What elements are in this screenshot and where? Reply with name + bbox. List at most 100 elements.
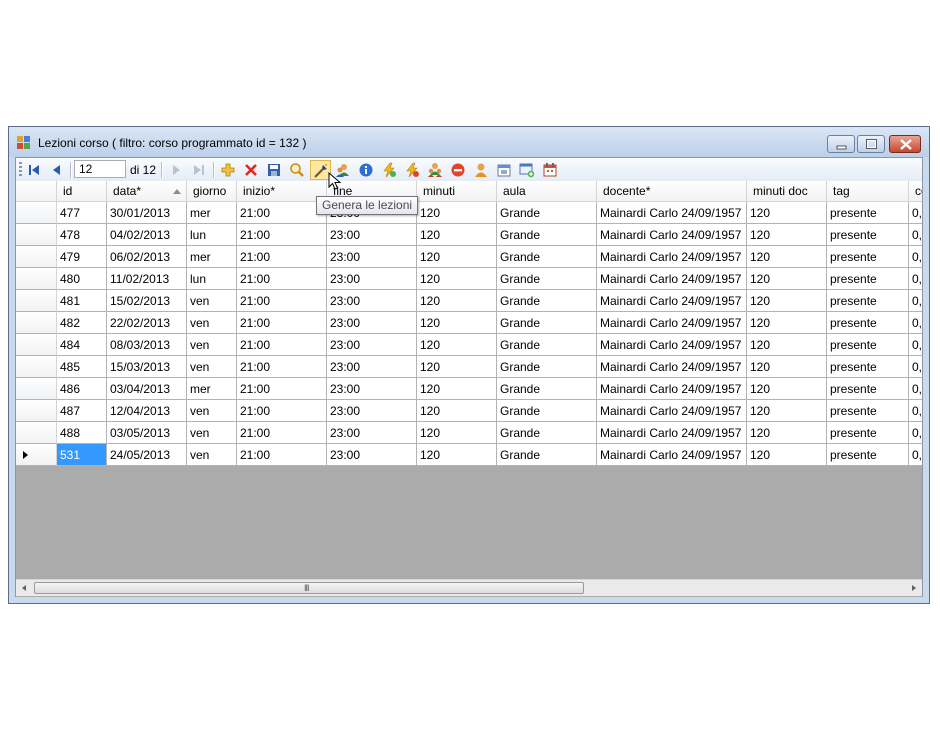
table-cell-minuti[interactable]: 120 xyxy=(417,334,497,356)
table-cell-co[interactable]: 0,( xyxy=(909,378,922,400)
table-cell-docente[interactable]: Mainardi Carlo 24/09/1957 xyxy=(597,422,747,444)
table-cell-id[interactable]: 484 xyxy=(57,334,107,356)
table-cell-co[interactable]: 0,( xyxy=(909,334,922,356)
title-bar[interactable]: Lezioni corso ( filtro: corso programmat… xyxy=(9,127,929,157)
window-add-button[interactable] xyxy=(518,161,536,179)
table-cell-minuti-doc[interactable]: 120 xyxy=(747,400,827,422)
scroll-thumb[interactable]: III xyxy=(34,582,584,594)
table-cell-giorno[interactable]: ven xyxy=(187,356,237,378)
column-header-aula[interactable]: aula xyxy=(497,181,597,202)
table-cell-co[interactable]: 0,( xyxy=(909,312,922,334)
table-cell-minuti[interactable]: 120 xyxy=(417,400,497,422)
table-cell-co[interactable]: 0,( xyxy=(909,422,922,444)
table-cell-id[interactable]: 481 xyxy=(57,290,107,312)
table-cell-minuti[interactable]: 120 xyxy=(417,378,497,400)
table-cell-tag[interactable]: presente xyxy=(827,444,909,466)
table-row[interactable]: 486 03/04/2013 mer 21:00 23:00 120 Grande Maina… xyxy=(16,378,922,400)
table-cell-minuti-doc[interactable]: 120 xyxy=(747,290,827,312)
row-header[interactable] xyxy=(16,400,57,422)
table-cell-inizio[interactable]: 21:00 xyxy=(237,400,327,422)
info-button[interactable] xyxy=(357,161,375,179)
table-row[interactable]: 479 06/02/2013 mer 21:00 23:00 120 Grande Maina… xyxy=(16,246,922,268)
table-cell-id[interactable]: 478 xyxy=(57,224,107,246)
row-header[interactable] xyxy=(16,290,57,312)
calendar-date-button[interactable] xyxy=(541,161,559,179)
table-cell-tag[interactable]: presente xyxy=(827,202,909,224)
table-cell-aula[interactable]: Grande xyxy=(497,400,597,422)
table-cell-id[interactable]: 488 xyxy=(57,422,107,444)
table-cell-giorno[interactable]: mer xyxy=(187,378,237,400)
table-cell-id[interactable]: 485 xyxy=(57,356,107,378)
table-cell-aula[interactable]: Grande xyxy=(497,312,597,334)
table-cell-minuti[interactable]: 120 xyxy=(417,202,497,224)
table-cell-co[interactable]: 0,( xyxy=(909,400,922,422)
row-header[interactable] xyxy=(16,334,57,356)
table-cell-minuti[interactable]: 120 xyxy=(417,224,497,246)
table-cell-minuti-doc[interactable]: 120 xyxy=(747,246,827,268)
table-cell-inizio[interactable]: 21:00 xyxy=(237,444,327,466)
table-cell-aula[interactable]: Grande xyxy=(497,202,597,224)
table-cell-aula[interactable]: Grande xyxy=(497,422,597,444)
table-cell-co[interactable]: 0,( xyxy=(909,202,922,224)
table-cell-aula[interactable]: Grande xyxy=(497,290,597,312)
table-cell-co[interactable]: 0,( xyxy=(909,444,922,466)
column-header-minuti-doc[interactable]: minuti doc xyxy=(747,181,827,202)
table-cell-minuti[interactable]: 120 xyxy=(417,444,497,466)
column-header-data[interactable]: data* xyxy=(107,181,187,202)
table-cell-data[interactable]: 22/02/2013 xyxy=(107,312,187,334)
table-cell-data[interactable]: 12/04/2013 xyxy=(107,400,187,422)
table-cell-giorno[interactable]: lun xyxy=(187,224,237,246)
move-previous-button[interactable] xyxy=(48,161,66,179)
users-button[interactable] xyxy=(426,161,444,179)
table-cell-aula[interactable]: Grande xyxy=(497,268,597,290)
user-button[interactable] xyxy=(472,161,490,179)
table-row[interactable]: 480 11/02/2013 lun 21:00 23:00 120 Grande Maina… xyxy=(16,268,922,290)
table-cell-tag[interactable]: presente xyxy=(827,246,909,268)
table-row[interactable]: 487 12/04/2013 ven 21:00 23:00 120 Grande Maina… xyxy=(16,400,922,422)
table-cell-data[interactable]: 24/05/2013 xyxy=(107,444,187,466)
table-cell-fine[interactable]: 23:00 xyxy=(327,224,417,246)
table-cell-docente[interactable]: Mainardi Carlo 24/09/1957 xyxy=(597,378,747,400)
table-cell-inizio[interactable]: 21:00 xyxy=(237,268,327,290)
row-header[interactable] xyxy=(16,444,57,466)
column-header-tag[interactable]: tag xyxy=(827,181,909,202)
table-cell-id[interactable]: 482 xyxy=(57,312,107,334)
table-cell-id[interactable]: 486 xyxy=(57,378,107,400)
table-cell-tag[interactable]: presente xyxy=(827,378,909,400)
table-cell-minuti[interactable]: 120 xyxy=(417,246,497,268)
save-button[interactable] xyxy=(265,161,283,179)
table-cell-minuti-doc[interactable]: 120 xyxy=(747,422,827,444)
lessons-data-grid[interactable]: id data* giorno inizio* fine minuti aula docent… xyxy=(16,181,922,597)
table-cell-minuti-doc[interactable]: 120 xyxy=(747,444,827,466)
row-header[interactable] xyxy=(16,422,57,444)
maximize-button[interactable] xyxy=(857,135,885,153)
table-cell-fine[interactable]: 23:00 xyxy=(327,246,417,268)
row-header[interactable] xyxy=(16,224,57,246)
table-cell-id[interactable]: 479 xyxy=(57,246,107,268)
table-cell-inizio[interactable]: 21:00 xyxy=(237,290,327,312)
table-cell-docente[interactable]: Mainardi Carlo 24/09/1957 xyxy=(597,290,747,312)
table-cell-data[interactable]: 11/02/2013 xyxy=(107,268,187,290)
table-cell-giorno[interactable]: ven xyxy=(187,400,237,422)
table-cell-id[interactable]: 531 xyxy=(57,444,107,466)
table-cell-tag[interactable]: presente xyxy=(827,400,909,422)
table-cell-docente[interactable]: Mainardi Carlo 24/09/1957 xyxy=(597,400,747,422)
table-cell-docente[interactable]: Mainardi Carlo 24/09/1957 xyxy=(597,202,747,224)
table-cell-tag[interactable]: presente xyxy=(827,356,909,378)
table-cell-docente[interactable]: Mainardi Carlo 24/09/1957 xyxy=(597,356,747,378)
table-cell-fine[interactable]: 23:00 xyxy=(327,422,417,444)
table-cell-data[interactable]: 04/02/2013 xyxy=(107,224,187,246)
lightning-button[interactable] xyxy=(380,161,398,179)
table-cell-inizio[interactable]: 21:00 xyxy=(237,334,327,356)
table-cell-docente[interactable]: Mainardi Carlo 24/09/1957 xyxy=(597,224,747,246)
table-cell-giorno[interactable]: mer xyxy=(187,246,237,268)
row-header[interactable] xyxy=(16,202,57,224)
table-cell-aula[interactable]: Grande xyxy=(497,444,597,466)
add-button[interactable] xyxy=(219,161,237,179)
table-cell-co[interactable]: 0,( xyxy=(909,356,922,378)
column-header-docente[interactable]: docente* xyxy=(597,181,747,202)
column-header-id[interactable]: id xyxy=(57,181,107,202)
position-input[interactable]: 12 xyxy=(74,160,126,178)
table-cell-tag[interactable]: presente xyxy=(827,312,909,334)
row-header[interactable] xyxy=(16,268,57,290)
